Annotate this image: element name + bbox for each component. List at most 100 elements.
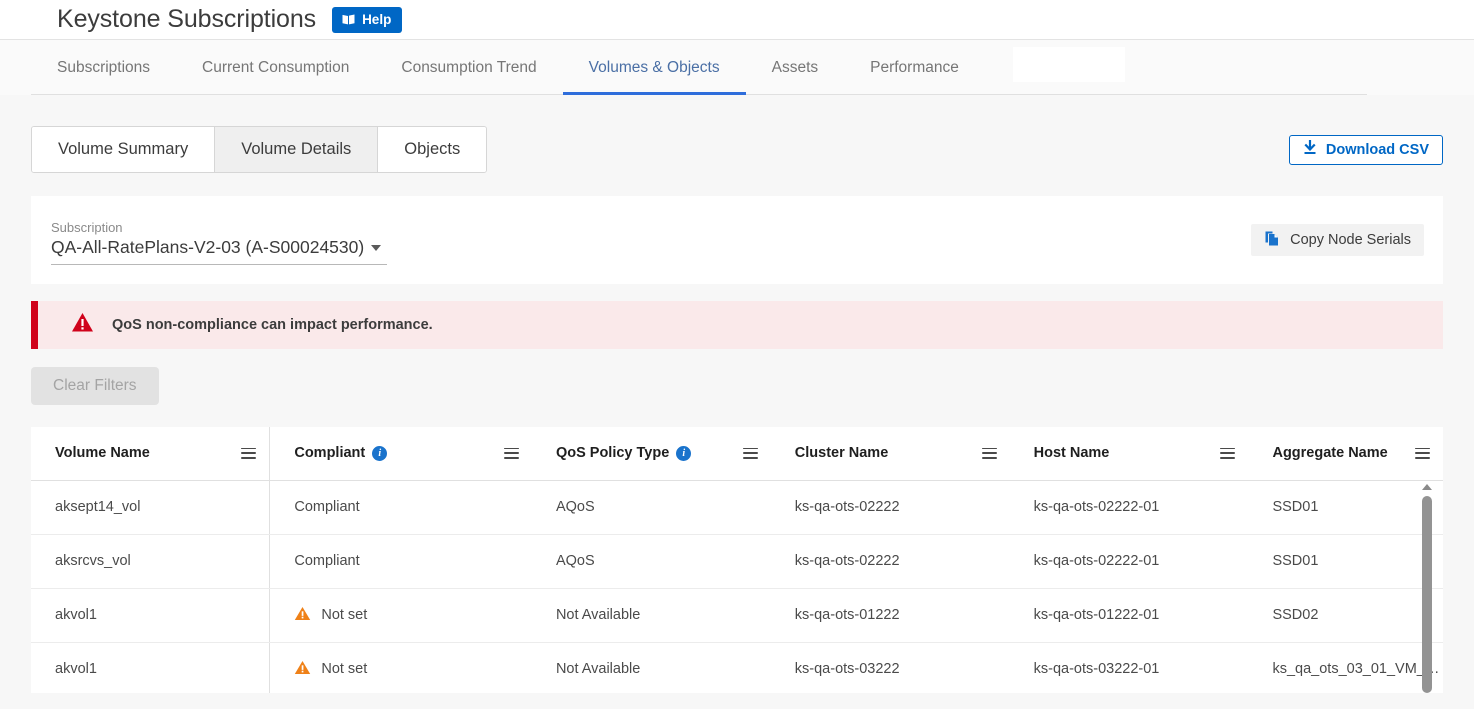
column-label: Compliant [294,445,365,461]
page-title: Keystone Subscriptions [57,5,316,34]
table-body: aksept14_vol Compliant AQoS ks-qa-ots-02… [31,480,1443,693]
subtab-row: Volume Summary Volume Details Objects Do… [31,95,1443,173]
cell-host-name: ks-qa-ots-01222-01 [1010,588,1249,642]
clear-filters-label: Clear Filters [53,377,137,394]
help-button[interactable]: Help [332,7,402,33]
subtab-volume-summary[interactable]: Volume Summary [32,127,215,172]
main-tab-bar: Subscriptions Current Consumption Consum… [0,40,1474,95]
subscription-field: Subscription QA-All-RatePlans-V2-03 (A-S… [51,216,387,265]
column-label: Host Name [1034,445,1110,461]
cell-compliant: Compliant [270,534,532,588]
hamburger-menu-icon[interactable] [982,448,997,459]
hamburger-menu-icon[interactable] [1415,448,1430,459]
cell-cluster-name: ks-qa-ots-02222 [771,534,1010,588]
warning-triangle-icon [71,312,94,338]
cell-cluster-name: ks-qa-ots-03222 [771,642,1010,693]
cell-qos-policy-type: Not Available [532,588,771,642]
cell-aggregate-name: SSD01 [1248,534,1443,588]
cell-host-name: ks-qa-ots-02222-01 [1010,480,1249,534]
download-csv-label: Download CSV [1326,142,1429,158]
copy-icon [1264,230,1281,251]
subscription-select[interactable]: QA-All-RatePlans-V2-03 (A-S00024530) [51,237,387,265]
cell-volume-name: akvol1 [31,642,270,693]
cell-compliant: Not set [270,588,532,642]
tab-bar-blank-area [1013,47,1125,82]
qos-alert-banner: QoS non-compliance can impact performanc… [31,301,1443,349]
subtab-label: Objects [404,140,460,159]
volume-view-subtabs: Volume Summary Volume Details Objects [31,126,487,173]
scrollbar-thumb[interactable] [1422,496,1432,693]
cell-aggregate-name: SSD02 [1248,588,1443,642]
table-row[interactable]: akvol1 Not set [31,642,1443,693]
column-header-host-name[interactable]: Host Name [1010,427,1249,480]
tab-label: Current Consumption [202,59,349,77]
table-row[interactable]: akvol1 Not set [31,588,1443,642]
cell-volume-name: aksrcvs_vol [31,534,270,588]
cell-cluster-name: ks-qa-ots-02222 [771,480,1010,534]
download-icon [1303,140,1317,159]
column-header-qos-policy-type[interactable]: QoS Policy Type i [532,427,771,480]
copy-node-serials-label: Copy Node Serials [1290,232,1411,248]
tab-volumes-and-objects[interactable]: Volumes & Objects [563,40,746,95]
page-content: Volume Summary Volume Details Objects Do… [0,95,1474,709]
volume-details-table-container: Volume Name Compliant i [31,427,1443,693]
cell-compliant-text: Not set [321,661,367,677]
table-row[interactable]: aksrcvs_vol Compliant AQoS ks-qa-ots-022… [31,534,1443,588]
tab-label: Volumes & Objects [589,59,720,77]
column-header-volume-name[interactable]: Volume Name [31,427,270,480]
clear-filters-button[interactable]: Clear Filters [31,367,159,405]
table-header: Volume Name Compliant i [31,427,1443,480]
subscription-label: Subscription [51,220,387,235]
tab-label: Consumption Trend [401,59,536,77]
warning-triangle-icon [294,660,311,679]
cell-volume-name: aksept14_vol [31,480,270,534]
subtab-objects[interactable]: Objects [378,127,486,172]
hamburger-menu-icon[interactable] [1220,448,1235,459]
cell-cluster-name: ks-qa-ots-01222 [771,588,1010,642]
cell-compliant-text: Not set [321,607,367,623]
tab-performance[interactable]: Performance [844,40,985,95]
column-header-compliant[interactable]: Compliant i [270,427,532,480]
table-row[interactable]: aksept14_vol Compliant AQoS ks-qa-ots-02… [31,480,1443,534]
tab-label: Performance [870,59,959,77]
app-header: Keystone Subscriptions Help [0,0,1474,40]
hamburger-menu-icon[interactable] [743,448,758,459]
column-header-aggregate-name[interactable]: Aggregate Name [1248,427,1443,480]
qos-alert-message: QoS non-compliance can impact performanc… [112,317,433,333]
subtab-label: Volume Details [241,140,351,159]
table-vertical-scrollbar[interactable] [1419,480,1435,693]
tab-label: Assets [772,59,819,77]
column-label: Cluster Name [795,445,888,461]
tab-label: Subscriptions [57,59,150,77]
cell-aggregate-name: ks_qa_ots_03_01_VM_D... [1248,642,1443,693]
hamburger-menu-icon[interactable] [504,448,519,459]
tab-subscriptions[interactable]: Subscriptions [31,40,176,95]
subtab-label: Volume Summary [58,140,188,159]
column-label: Aggregate Name [1272,445,1387,461]
column-header-cluster-name[interactable]: Cluster Name [771,427,1010,480]
filter-row: Clear Filters [31,367,1443,405]
cell-qos-policy-type: AQoS [532,480,771,534]
download-csv-button[interactable]: Download CSV [1289,135,1443,165]
cell-host-name: ks-qa-ots-03222-01 [1010,642,1249,693]
cell-qos-policy-type: AQoS [532,534,771,588]
column-label: QoS Policy Type [556,445,669,461]
help-button-label: Help [362,12,391,27]
scroll-up-arrow-icon[interactable] [1422,484,1432,490]
subscription-value: QA-All-RatePlans-V2-03 (A-S00024530) [51,237,364,258]
info-icon[interactable]: i [372,446,387,461]
column-label: Volume Name [55,445,150,461]
table-header-row: Volume Name Compliant i [31,427,1443,480]
cell-host-name: ks-qa-ots-02222-01 [1010,534,1249,588]
info-icon[interactable]: i [676,446,691,461]
copy-node-serials-button[interactable]: Copy Node Serials [1251,224,1424,256]
cell-volume-name: akvol1 [31,588,270,642]
tab-current-consumption[interactable]: Current Consumption [176,40,375,95]
volume-details-table: Volume Name Compliant i [31,427,1443,693]
hamburger-menu-icon[interactable] [241,448,256,459]
chevron-down-icon [371,245,381,251]
subtab-volume-details[interactable]: Volume Details [215,127,378,172]
tab-assets[interactable]: Assets [746,40,845,95]
tab-consumption-trend[interactable]: Consumption Trend [375,40,562,95]
cell-aggregate-name: SSD01 [1248,480,1443,534]
